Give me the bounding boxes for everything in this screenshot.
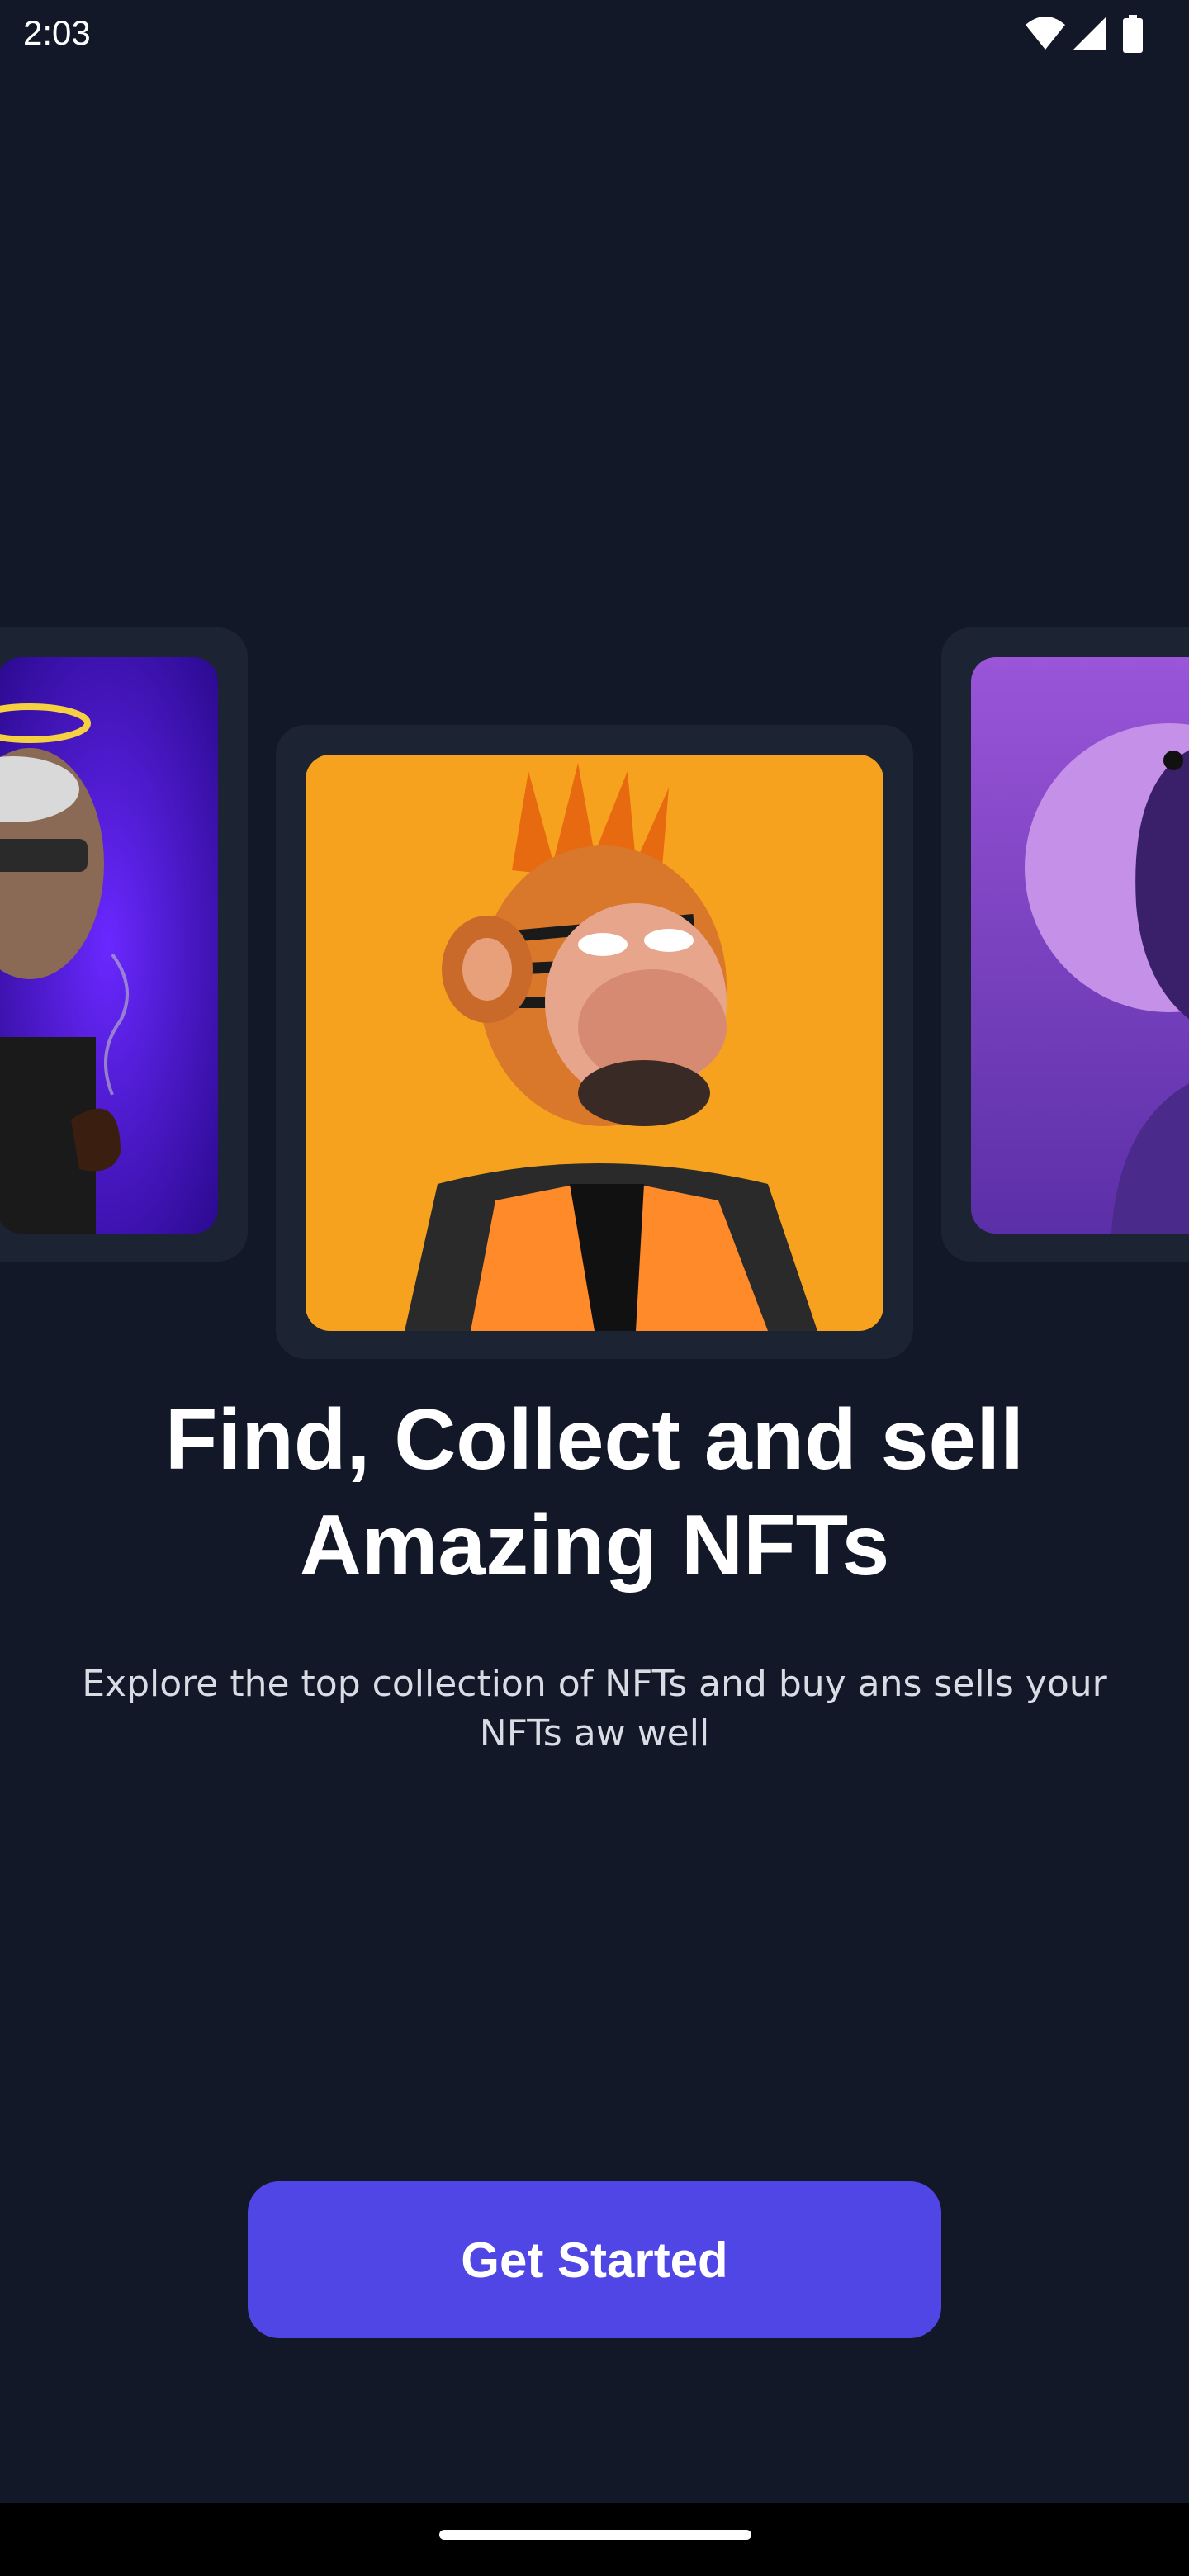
nft-image-right	[971, 657, 1189, 1234]
nft-image-left	[0, 657, 218, 1234]
onboarding-subtext: Explore the top collection of NFTs and b…	[82, 1663, 1107, 1754]
system-navigation-bar	[0, 2503, 1189, 2576]
nft-card-left[interactable]	[0, 627, 248, 1262]
nft-card-right[interactable]	[941, 627, 1189, 1262]
nft-image-center	[306, 755, 883, 1331]
nft-card-center[interactable]	[276, 725, 913, 1359]
onboarding-headline: Find, Collect and sell Amazing NFTs	[164, 1392, 1025, 1593]
status-bar: 2:03	[0, 0, 1189, 69]
status-time: 2:03	[23, 13, 91, 52]
wifi-icon	[1026, 17, 1065, 50]
cellular-signal-icon	[1073, 17, 1106, 50]
get-started-button[interactable]: Get Started	[248, 2181, 941, 2338]
battery-icon	[1123, 15, 1143, 53]
status-icons	[1024, 15, 1156, 54]
home-indicator[interactable]	[439, 2530, 751, 2540]
